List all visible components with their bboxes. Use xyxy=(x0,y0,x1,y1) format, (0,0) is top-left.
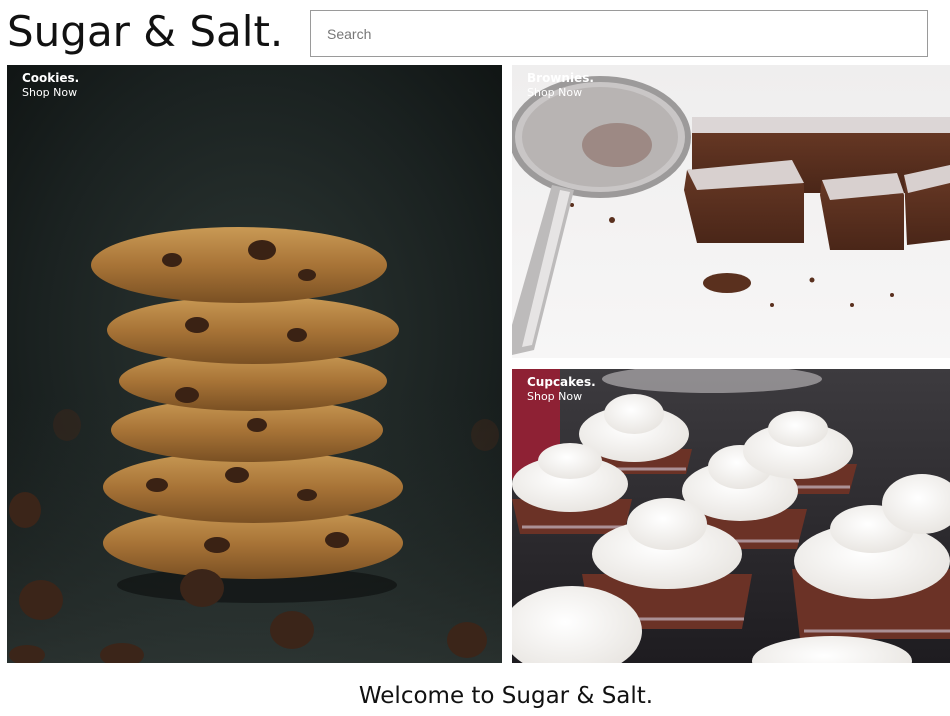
brownies-label: Brownies. Shop Now xyxy=(527,71,594,100)
welcome-heading: Welcome to Sugar & Salt. xyxy=(358,683,654,709)
cookies-shop-now-link[interactable]: Shop Now xyxy=(22,86,79,100)
search-input[interactable] xyxy=(311,11,927,56)
cupcakes-shop-now-link[interactable]: Shop Now xyxy=(527,390,596,404)
cupcakes-tile[interactable]: Cupcakes. Shop Now xyxy=(512,369,950,663)
cupcakes-title: Cupcakes. xyxy=(527,375,596,389)
brownies-shop-now-link[interactable]: Shop Now xyxy=(527,86,594,100)
cookies-title: Cookies. xyxy=(22,71,80,85)
brownies-tile[interactable]: Brownies. Shop Now xyxy=(512,65,950,358)
cookies-tile[interactable]: Cookies. Shop Now xyxy=(7,65,502,663)
brownies-title: Brownies. xyxy=(527,71,594,85)
search-box[interactable] xyxy=(310,10,928,57)
site-logo[interactable]: Sugar & Salt. xyxy=(7,4,283,60)
site-header: Sugar & Salt. xyxy=(0,0,950,65)
cupcakes-label: Cupcakes. Shop Now xyxy=(527,375,596,404)
cookies-image xyxy=(7,65,502,663)
cupcakes-image xyxy=(512,369,950,663)
brownies-image xyxy=(512,65,950,358)
cookies-label: Cookies. Shop Now xyxy=(22,71,79,100)
